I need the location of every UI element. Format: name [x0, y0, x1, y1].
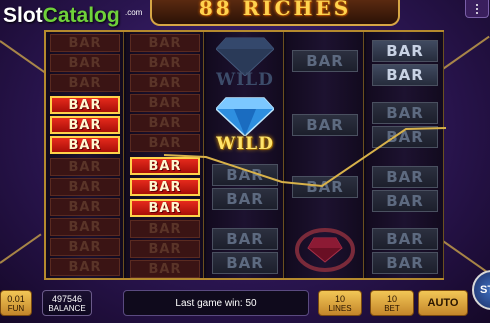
- menu-dot-icon: [476, 3, 478, 6]
- bar-symbol: BAR: [50, 218, 120, 236]
- lines-label: LINES: [328, 303, 352, 313]
- winning-bar-symbol: BAR: [130, 157, 200, 175]
- menu-dot-icon: [476, 7, 478, 10]
- bar-symbol: BAR: [292, 114, 358, 136]
- control-bar: 0.01 FUN 497546 BALANCE Last game win: 5…: [0, 284, 490, 323]
- bar-symbol: BAR: [50, 54, 120, 72]
- bet-label: BET: [384, 303, 400, 313]
- bar-symbol: BAR: [372, 126, 438, 148]
- bar-symbol: BAR: [130, 114, 200, 132]
- lines-button[interactable]: 10 LINES: [318, 290, 362, 316]
- bar-symbol: BAR: [130, 260, 200, 278]
- bar-symbol: BAR: [130, 54, 200, 72]
- reel-1: BAR BAR BAR BAR BAR BAR BAR BAR BAR BAR …: [46, 32, 124, 278]
- balance-display: 497546 BALANCE: [42, 290, 92, 316]
- balance-value: 497546: [51, 293, 83, 304]
- logo-catalog: Catalog: [42, 4, 120, 27]
- lines-value: 10: [334, 293, 345, 304]
- bar-symbol: BAR: [372, 102, 438, 124]
- menu-dot-icon: [476, 11, 478, 14]
- bar-symbol: BAR: [292, 176, 358, 198]
- bar-symbol: BAR: [130, 134, 200, 152]
- bar-symbol: BAR: [372, 190, 438, 212]
- bar-symbol: BAR: [372, 40, 438, 62]
- bar-symbol: BAR: [50, 198, 120, 216]
- wild-symbol: WILD: [216, 70, 274, 90]
- bar-symbol: BAR: [50, 158, 120, 176]
- frame-decoration: [0, 233, 42, 264]
- reel-3: WILD WILD BAR BAR BAR BAR: [206, 32, 284, 278]
- frame-decoration: [439, 35, 490, 72]
- bet-button[interactable]: 10 BET: [370, 290, 414, 316]
- menu-button[interactable]: [465, 0, 489, 18]
- bar-symbol: BAR: [372, 228, 438, 250]
- bar-symbol: BAR: [212, 164, 278, 186]
- bar-symbol: BAR: [130, 34, 200, 52]
- ruby-ring-icon: [295, 228, 355, 272]
- slotcatalog-logo: Slot Catalog .com: [3, 4, 142, 32]
- wild-symbol: WILD: [216, 134, 274, 154]
- bar-symbol: BAR: [50, 178, 120, 196]
- coin-value: 0.01: [7, 293, 25, 304]
- bar-symbol: BAR: [292, 50, 358, 72]
- bar-symbol: BAR: [372, 166, 438, 188]
- reel-4: BAR BAR BAR: [286, 32, 364, 278]
- bar-symbol: BAR: [372, 252, 438, 274]
- game-title-banner: 88 RICHES: [150, 0, 400, 26]
- winning-bar-symbol: BAR: [50, 136, 120, 154]
- winning-bar-symbol: BAR: [130, 199, 200, 217]
- logo-slot: Slot: [3, 4, 43, 27]
- bet-value: 10: [386, 293, 397, 304]
- bar-symbol: BAR: [372, 64, 438, 86]
- diamond-icon: [216, 97, 274, 136]
- winning-bar-symbol: BAR: [50, 96, 120, 114]
- frame-decoration: [439, 238, 490, 275]
- coin-label: FUN: [7, 303, 25, 313]
- bar-symbol: BAR: [50, 238, 120, 256]
- bar-symbol: BAR: [50, 258, 120, 276]
- bar-symbol: BAR: [212, 228, 278, 250]
- bar-symbol: BAR: [212, 188, 278, 210]
- bar-symbol: BAR: [130, 94, 200, 112]
- bar-symbol: BAR: [50, 34, 120, 52]
- reel-2: BAR BAR BAR BAR BAR BAR BAR BAR BAR BAR …: [126, 32, 204, 278]
- bar-symbol: BAR: [212, 252, 278, 274]
- balance-label: BALANCE: [48, 303, 86, 313]
- bar-symbol: BAR: [50, 74, 120, 92]
- reel-5: BAR BAR BAR BAR BAR BAR BAR BAR: [366, 32, 444, 278]
- bar-symbol: BAR: [130, 74, 200, 92]
- game-screen: BAR BAR BAR BAR BAR BAR BAR BAR BAR BAR …: [0, 0, 490, 323]
- last-win-message: Last game win: 50: [123, 290, 309, 316]
- auto-button[interactable]: AUTO: [418, 290, 468, 316]
- reels-area: BAR BAR BAR BAR BAR BAR BAR BAR BAR BAR …: [44, 30, 446, 280]
- coin-value-button[interactable]: 0.01 FUN: [0, 290, 32, 316]
- winning-bar-symbol: BAR: [130, 178, 200, 196]
- logo-com: .com: [125, 8, 143, 17]
- game-title: 88 RICHES: [198, 0, 352, 20]
- bar-symbol: BAR: [130, 220, 200, 238]
- frame-decoration: [0, 40, 50, 77]
- bar-symbol: BAR: [130, 240, 200, 258]
- winning-bar-symbol: BAR: [50, 116, 120, 134]
